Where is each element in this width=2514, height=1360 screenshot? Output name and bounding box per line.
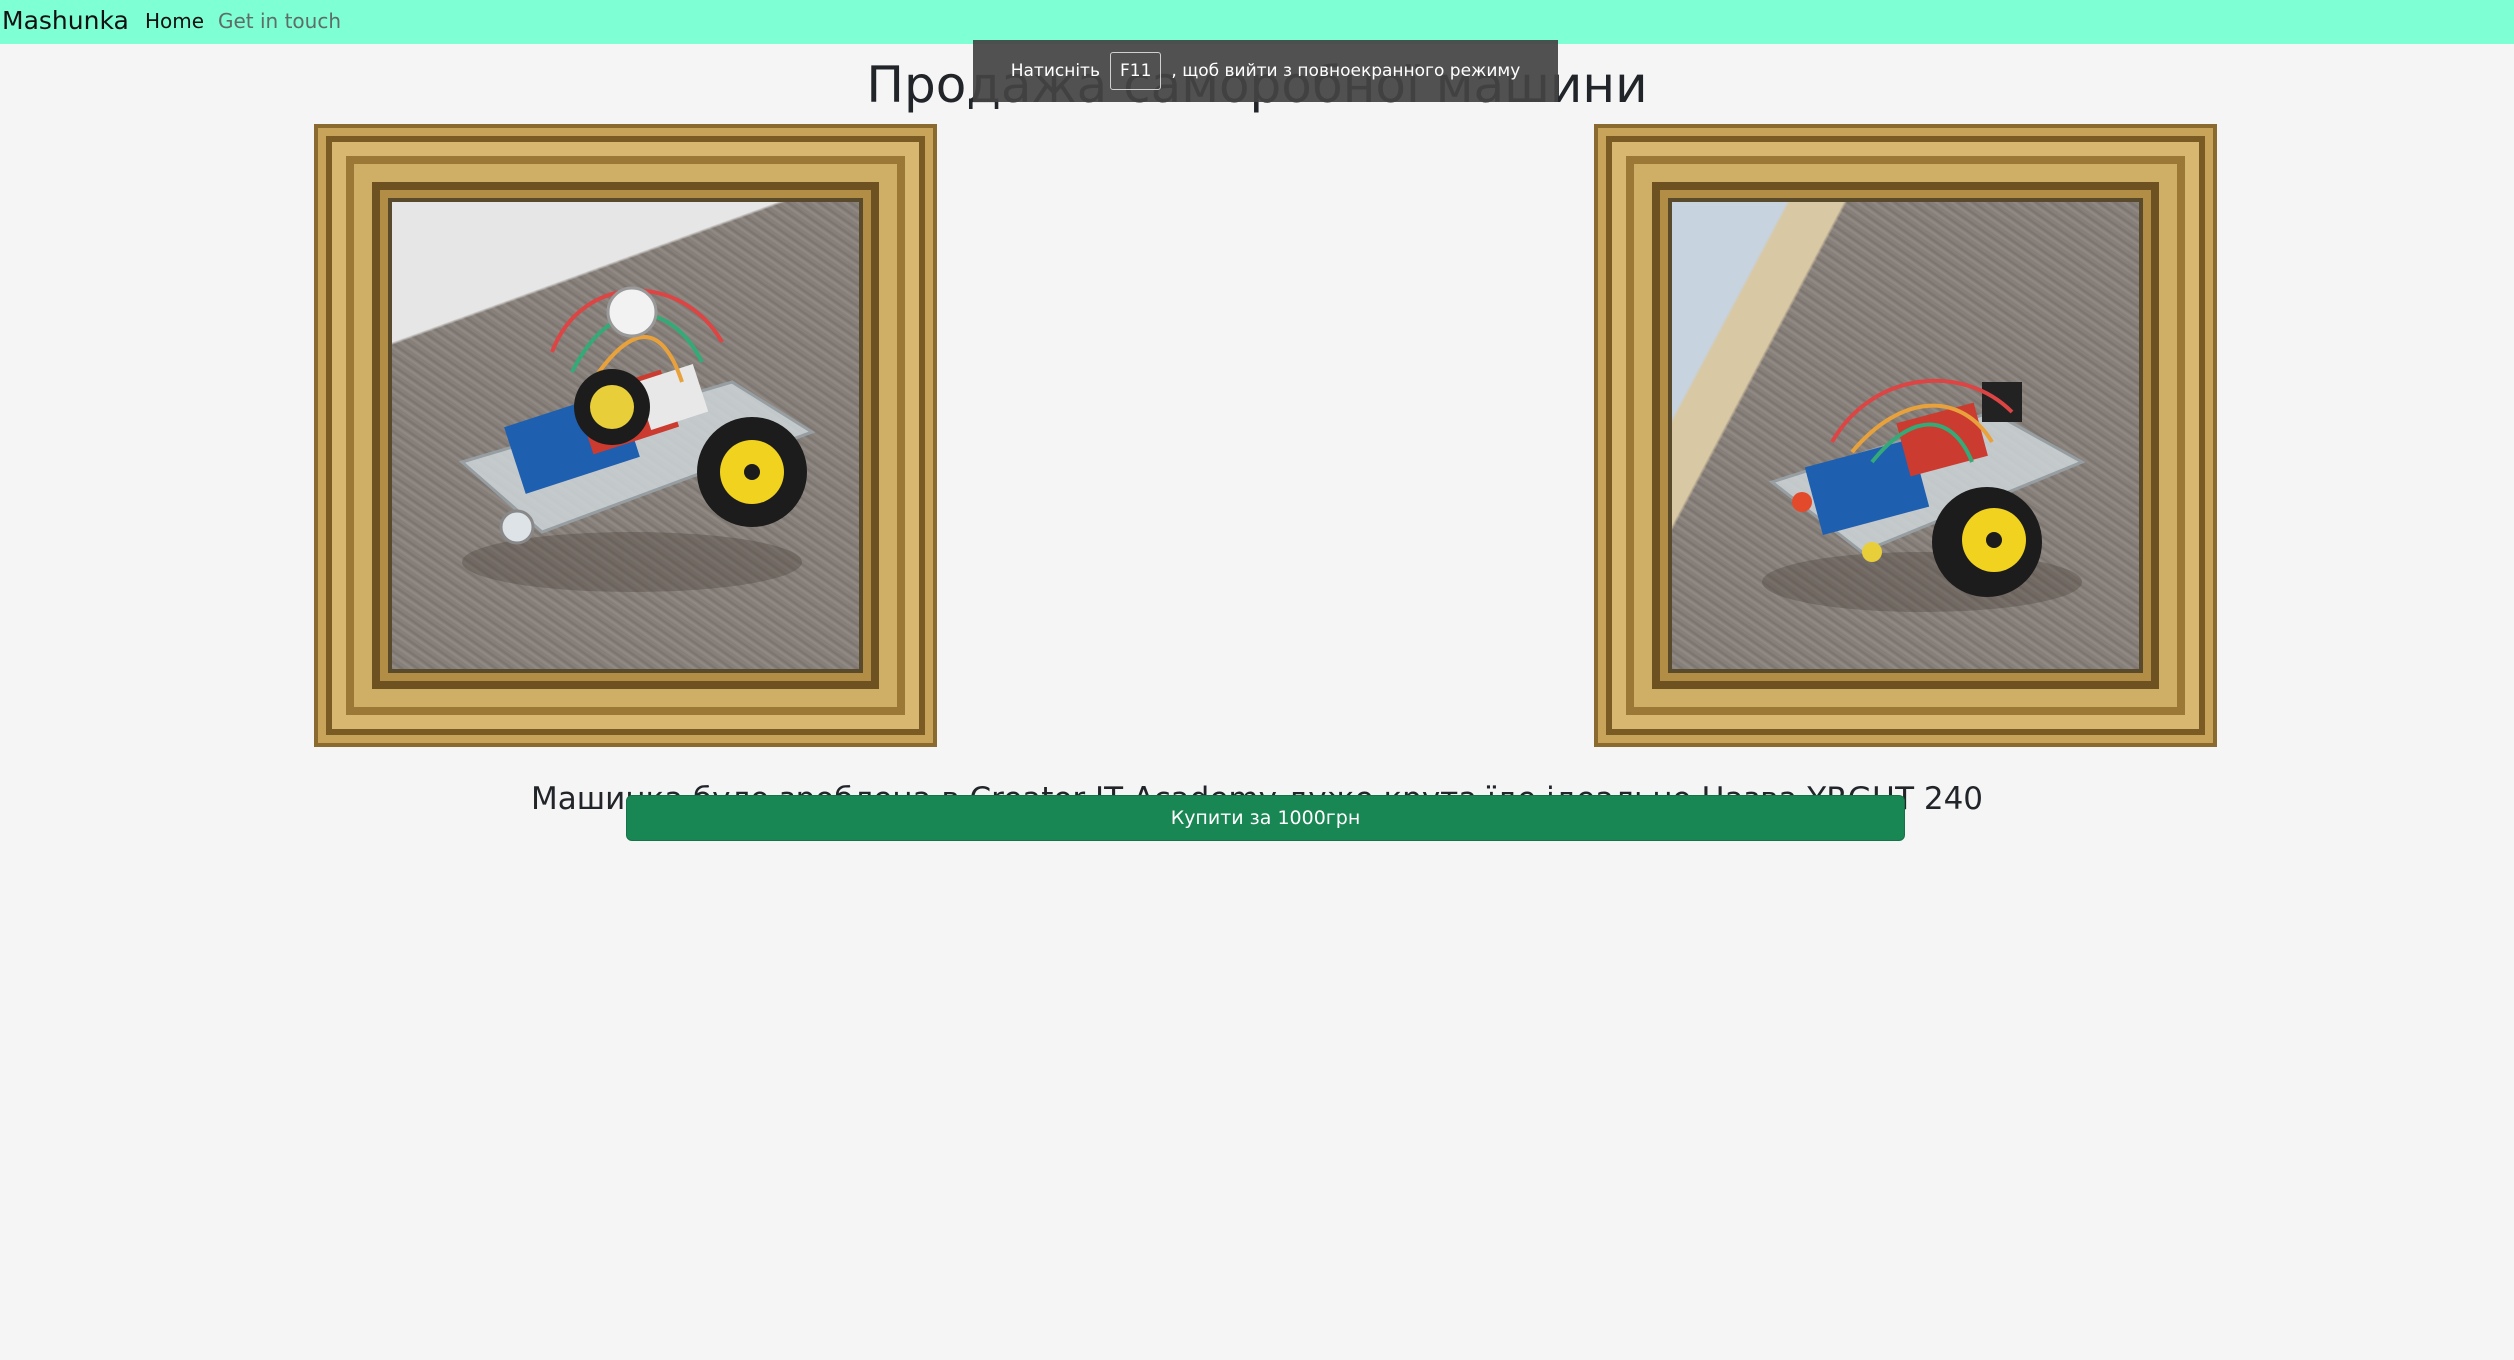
f11-key-badge: F11 (1109, 52, 1162, 90)
navbar: Mashunka Home Get in touch (0, 0, 2514, 44)
robot-car-photo-right (1672, 202, 2139, 669)
picture-frame-left (314, 124, 937, 747)
brand-link[interactable]: Mashunka (2, 4, 129, 38)
robot-car-photo-left (392, 202, 859, 669)
fullscreen-notice-text-after: , щоб вийти з повноекранного режиму (1171, 61, 1521, 81)
robot-car-illustration (458, 286, 816, 592)
robot-car-illustration (1762, 378, 2086, 612)
buy-button[interactable]: Купити за 1000грн (626, 795, 1905, 841)
nav-link-home[interactable]: Home (145, 8, 204, 34)
fullscreen-exit-notice: Натисніть F11 , щоб вийти з повноекранно… (973, 40, 1558, 102)
picture-frame-right (1594, 124, 2217, 747)
nav-link-get-in-touch[interactable]: Get in touch (218, 8, 341, 34)
fullscreen-notice-text-before: Натисніть (1010, 61, 1100, 81)
